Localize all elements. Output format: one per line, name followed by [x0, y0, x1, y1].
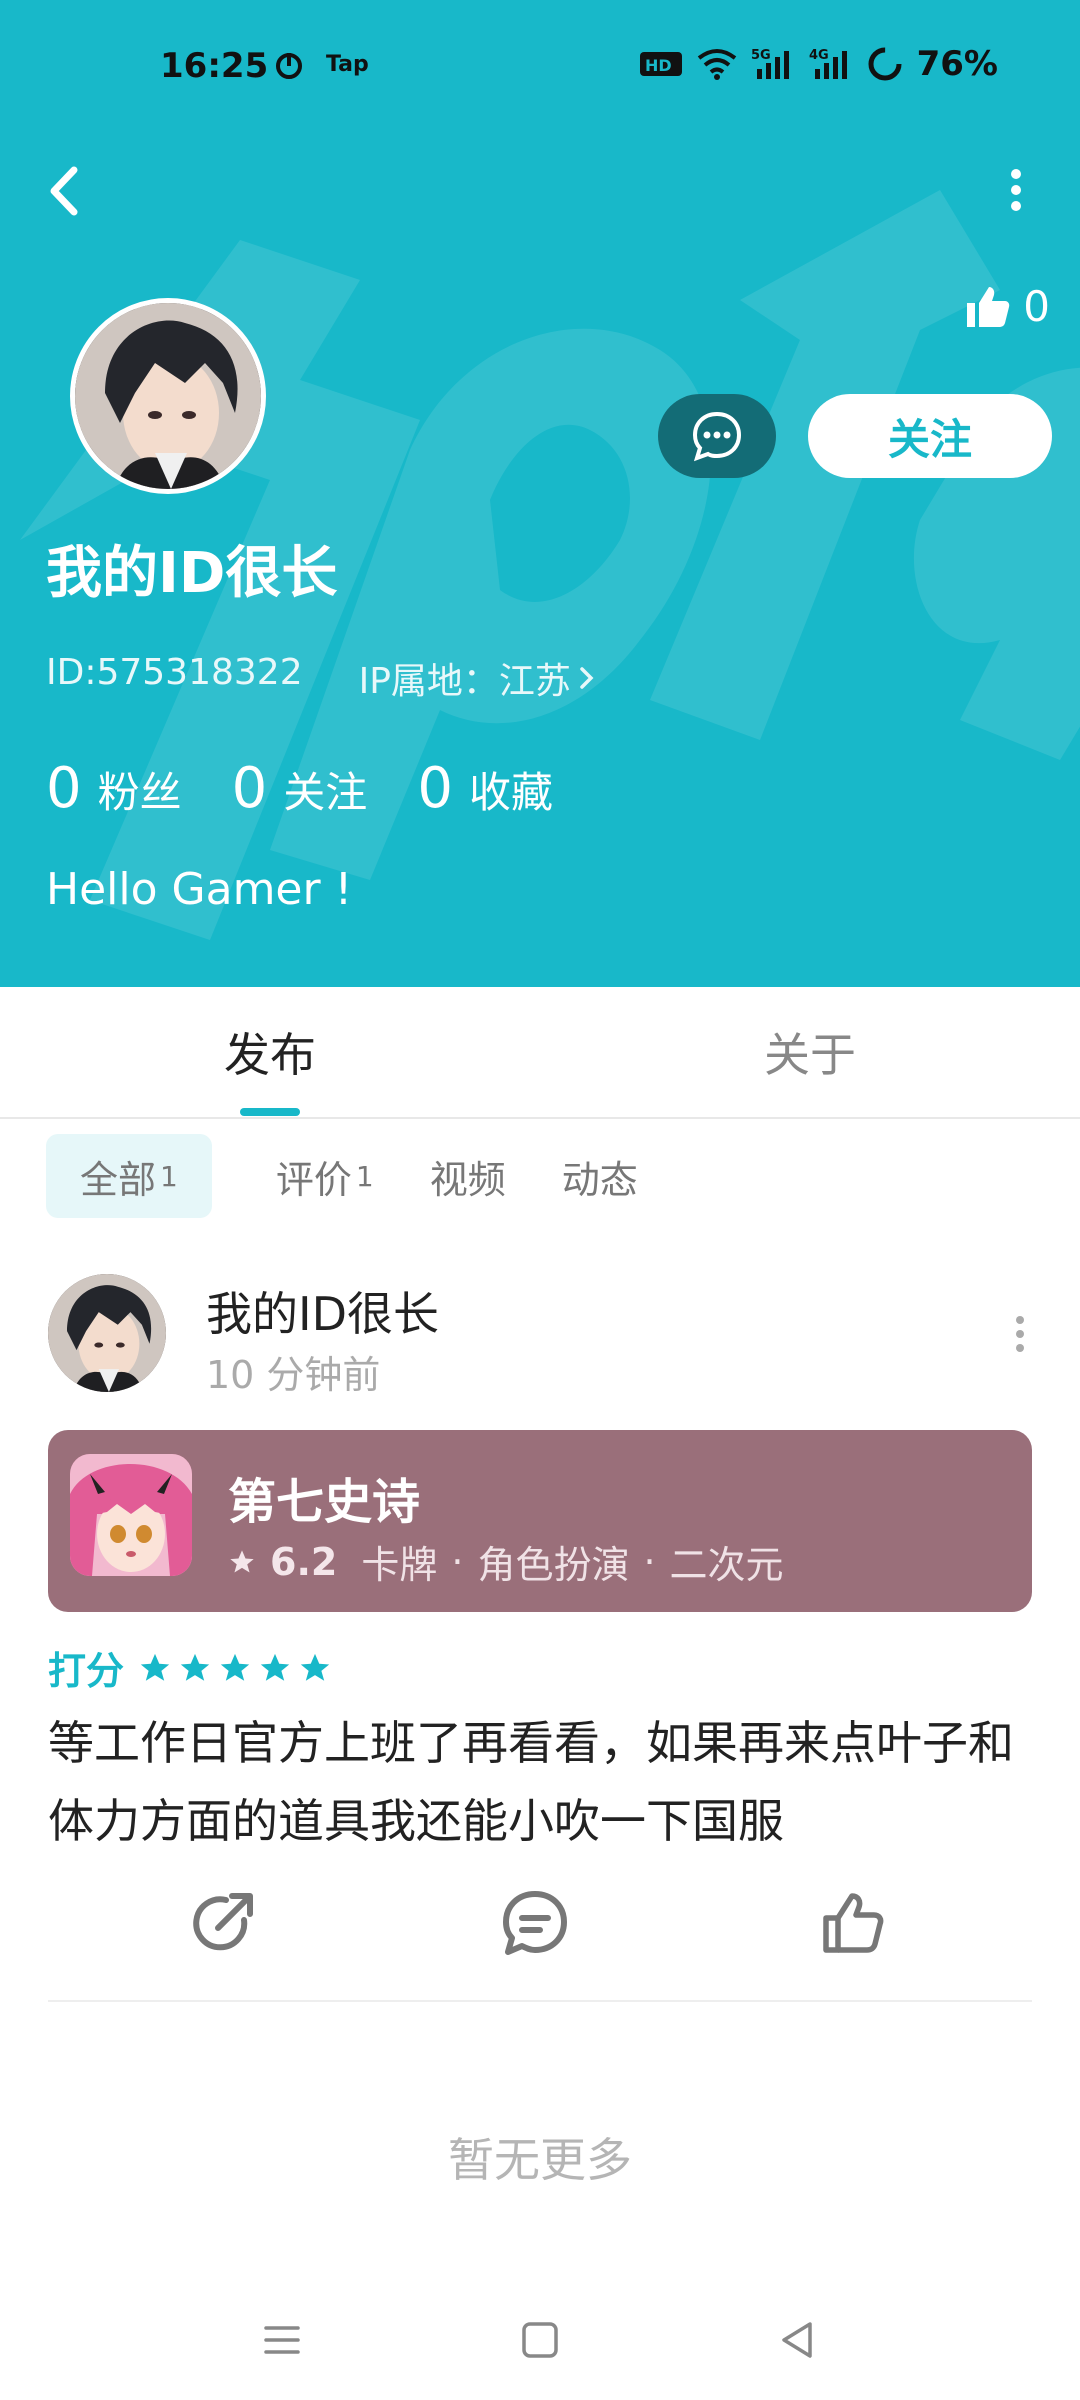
filter-all[interactable]: 全部 1 — [46, 1134, 212, 1218]
profile-like-button[interactable]: 0 — [963, 282, 1050, 331]
filter-reviews-count: 1 — [355, 1159, 374, 1193]
filter-moments-label: 动态 — [561, 1157, 638, 1202]
svg-text:5G: 5G — [751, 48, 771, 63]
tag-separator: · — [643, 1539, 656, 1584]
star-rating — [138, 1651, 332, 1685]
followers-stat[interactable]: 0 粉丝 — [46, 756, 182, 821]
game-rating: 6.2 — [270, 1539, 338, 1584]
favorites-stat[interactable]: 0 收藏 — [417, 756, 553, 821]
favorites-count: 0 — [417, 756, 453, 821]
profile-stats: 0 粉丝 0 关注 0 收藏 — [46, 756, 553, 821]
post-more-icon[interactable] — [1010, 1312, 1030, 1356]
profile-id: ID:575318322 — [46, 652, 303, 693]
profile-like-count: 0 — [1023, 282, 1050, 331]
comment-icon[interactable] — [500, 1888, 570, 1958]
profile-header: 16:25 Tap HD 5G 4G 76% 0 关注 我的ID很长 ID:57… — [0, 0, 1080, 987]
filter-moments[interactable]: 动态 — [562, 1134, 638, 1218]
filter-reviews-label: 评价 — [275, 1157, 352, 1202]
review-score: 打分 — [48, 1640, 332, 1695]
svg-text:HD: HD — [645, 56, 672, 75]
status-bar: 16:25 Tap HD 5G 4G 76% — [0, 0, 1080, 140]
home-icon[interactable] — [510, 2310, 570, 2370]
svg-text:4G: 4G — [809, 48, 829, 63]
chat-bubble-icon — [692, 411, 742, 462]
5g-signal-icon: 5G — [751, 48, 789, 79]
profile-id-line: ID:575318322 IP属地：江苏 — [46, 652, 597, 704]
filter-all-label: 全部 — [80, 1157, 157, 1202]
tab-publish[interactable]: 发布 — [170, 987, 370, 1117]
ip-location-link[interactable]: IP属地：江苏 — [359, 652, 597, 704]
score-label: 打分 — [48, 1649, 125, 1693]
rating-star-icon — [230, 1549, 254, 1572]
active-tab-indicator — [240, 1108, 300, 1116]
post-divider — [48, 2000, 1032, 2002]
back-nav-icon[interactable] — [768, 2310, 828, 2370]
more-options-icon[interactable] — [1004, 166, 1028, 214]
post-author-name[interactable]: 我的ID很长 — [206, 1278, 439, 1344]
following-count: 0 — [231, 756, 268, 821]
thumbs-up-icon — [967, 286, 1010, 327]
battery-level: 76% — [916, 44, 998, 84]
share-icon[interactable] — [188, 1888, 258, 1958]
game-card[interactable]: 第七史诗 6.2 卡牌 · 角色扮演 · 二次元 — [48, 1430, 1032, 1612]
content-filters: 全部 1 评价 1 视频 动态 — [46, 1134, 694, 1218]
game-tag: 卡牌 — [361, 1543, 438, 1587]
battery-icon — [868, 47, 902, 81]
tag-separator: · — [451, 1539, 464, 1584]
game-tag: 二次元 — [669, 1543, 784, 1587]
following-label: 关注 — [283, 768, 368, 817]
game-cover-image — [70, 1454, 192, 1576]
profile-avatar[interactable] — [70, 298, 266, 494]
no-more-text: 暂无更多 — [448, 2133, 632, 2187]
tab-about[interactable]: 关于 — [710, 987, 910, 1117]
game-meta: 6.2 卡牌 · 角色扮演 · 二次元 — [228, 1534, 784, 1589]
profile-username: 我的ID很长 — [46, 541, 338, 606]
post-author-avatar[interactable] — [48, 1274, 166, 1392]
taptap-notification-icon: Tap — [326, 52, 369, 77]
game-tag: 角色扮演 — [477, 1543, 630, 1587]
star-icon — [220, 1653, 250, 1681]
follow-button[interactable]: 关注 — [808, 394, 1052, 478]
post-actions — [0, 1888, 1080, 1988]
star-icon — [260, 1653, 290, 1681]
followers-label: 粉丝 — [97, 768, 182, 817]
star-icon — [300, 1653, 330, 1681]
hd-voice-icon: HD — [639, 52, 682, 76]
favorites-label: 收藏 — [468, 768, 553, 817]
ip-location-text: IP属地：江苏 — [358, 661, 571, 702]
status-time: 16:25 — [160, 46, 269, 86]
filter-reviews[interactable]: 评价 1 — [276, 1134, 374, 1218]
4g-signal-icon: 4G — [809, 48, 847, 79]
star-icon — [140, 1653, 170, 1681]
back-button[interactable] — [40, 158, 92, 224]
avatar-image — [48, 1274, 166, 1392]
system-nav-bar — [0, 2300, 1080, 2400]
post-content[interactable]: 等工作日官方上班了再看看，如果再来点叶子和体力方面的道具我还能小吹一下国服 — [48, 1704, 1038, 1860]
followers-count: 0 — [46, 756, 82, 821]
notification-app-icon — [274, 50, 304, 84]
filter-videos-label: 视频 — [429, 1157, 506, 1202]
following-stat[interactable]: 0 关注 — [232, 756, 368, 821]
wifi-icon — [697, 49, 736, 80]
filter-videos[interactable]: 视频 — [430, 1134, 506, 1218]
profile-bio: Hello Gamer ! — [46, 864, 353, 915]
message-button[interactable] — [658, 394, 776, 478]
like-icon[interactable] — [818, 1888, 888, 1958]
game-icon — [70, 1454, 192, 1576]
avatar-image — [75, 303, 261, 489]
profile-tabs: 发布 关于 — [0, 987, 1080, 1119]
menu-icon[interactable] — [252, 2310, 312, 2370]
filter-all-count: 1 — [160, 1159, 178, 1193]
chevron-right-icon — [580, 667, 594, 689]
star-icon — [180, 1653, 210, 1681]
post-timestamp: 10 分钟前 — [206, 1353, 381, 1397]
status-icons: HD 5G 4G 76% — [639, 44, 998, 84]
game-name: 第七史诗 — [228, 1474, 421, 1530]
